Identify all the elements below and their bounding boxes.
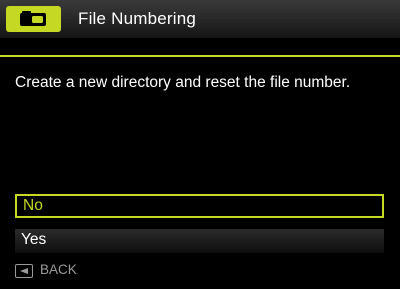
description-text: Create a new directory and reset the fil… <box>15 74 351 91</box>
header-bar: File Numbering <box>0 0 400 38</box>
category-tab[interactable] <box>6 6 61 32</box>
back-label: BACK <box>40 262 77 277</box>
title-divider <box>0 55 400 57</box>
option-no-label: No <box>23 197 43 214</box>
option-yes-label: Yes <box>21 231 47 248</box>
option-no[interactable]: No <box>15 194 384 218</box>
page-title: File Numbering <box>78 9 197 28</box>
option-yes[interactable]: Yes <box>15 229 384 253</box>
camera-setup-icon <box>20 11 46 26</box>
left-arrow-button-icon[interactable] <box>15 264 33 278</box>
